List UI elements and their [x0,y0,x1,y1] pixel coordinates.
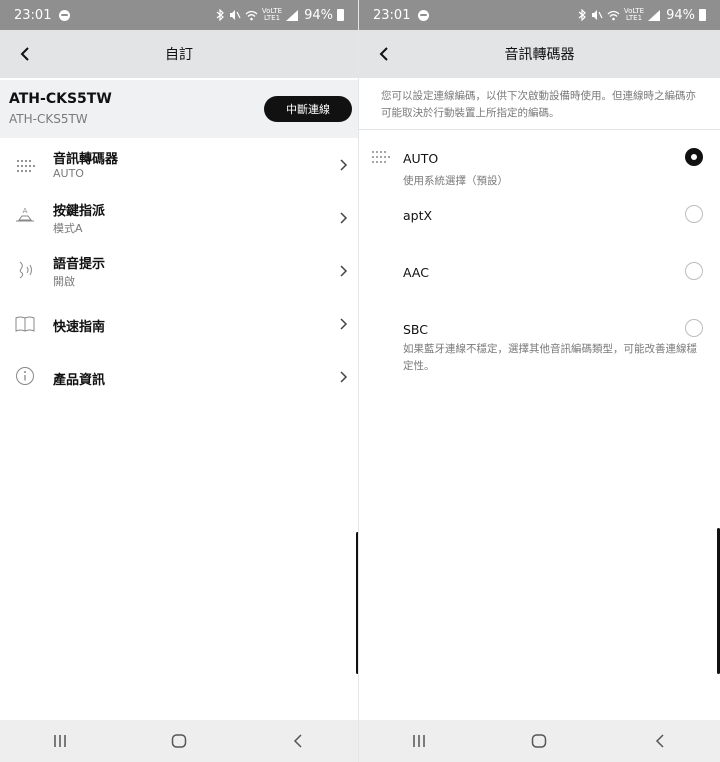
svg-text:A: A [23,207,28,215]
battery-icon [337,9,344,21]
radio-button-selected[interactable] [685,148,703,166]
signal-icon [648,9,661,21]
menu-item-title: 快速指南 [53,320,106,335]
back-arrow-icon[interactable] [373,42,397,66]
nav-back-button[interactable] [283,726,313,756]
menu-item-codec[interactable]: 音訊轉碼器 AUTO [0,139,358,192]
customize-screen: 23:01 VoLTE LTE1 94% 自訂 ATH-CKS5TW ATH-C… [0,0,358,762]
menu-item-product-info[interactable]: 產品資訊 [0,351,358,404]
menu-item-button-assign[interactable]: A 按鍵指派 模式A [0,192,358,245]
spotify-icon [418,9,430,21]
system-nav-bar [0,720,358,762]
mute-icon [229,10,241,20]
status-bar: 23:01 VoLTE LTE1 94% [359,0,720,30]
battery-percent: 94% [304,7,333,23]
codec-option-aac[interactable]: AAC [359,256,720,312]
codec-option-label: AUTO [403,151,439,166]
signal-icon [286,9,299,21]
home-button[interactable] [164,726,194,756]
menu-item-subtitle: 模式A [53,222,83,235]
home-icon [532,734,547,748]
menu-item-quick-guide[interactable]: 快速指南 [0,298,358,351]
back-arrow-icon[interactable] [14,42,38,66]
network-text: LTE1 [263,14,281,22]
wifi-icon [607,10,620,20]
app-bar: 自訂 [0,30,358,78]
book-icon [15,316,35,332]
codec-option-auto[interactable]: AUTO 使用系統選擇（預設） [359,142,720,198]
codec-option-subtitle: 使用系統選擇（預設） [403,175,508,187]
menu-item-voice-guidance[interactable]: 語音提示 開啟 [0,245,358,298]
network-text: LTE1 [625,14,643,22]
codec-option-label: AAC [403,265,429,280]
recent-apps-button[interactable] [45,726,75,756]
connected-device: ATH-CKS5TW ATH-CKS5TW 中斷連線 [0,80,358,138]
codec-option-label: SBC [403,322,429,337]
chevron-right-icon [340,265,348,277]
chevron-right-icon [340,212,348,224]
device-model: ATH-CKS5TW [9,112,88,126]
menu-item-title: 音訊轉碼器 [53,152,119,167]
page-title: 音訊轉碼器 [504,47,575,63]
status-time: 23:01 [373,7,411,23]
menu-item-subtitle: 開啟 [53,275,75,288]
chevron-right-icon [340,159,348,171]
battery-icon [699,9,706,21]
radio-button[interactable] [685,319,703,337]
home-button[interactable] [524,726,554,756]
codec-option-label: aptX [403,208,433,223]
codec-screen: 23:01 VoLTE LTE1 94% 音訊轉碼器 您可以設定連線編碼，以供下… [359,0,720,762]
codec-icon [16,159,36,173]
codec-stability-note: 如果藍牙連線不穩定，選擇其他音訊編碼類型，可能改善連線穩定性。 [403,343,697,372]
disconnect-button[interactable]: 中斷連線 [264,96,352,122]
recents-icon [413,735,425,747]
wifi-icon [245,10,258,20]
volte-label: VoLTE LTE1 [262,8,282,22]
device-name: ATH-CKS5TW [9,91,112,107]
spotify-icon [59,9,71,21]
back-icon [294,734,302,748]
status-bar: 23:01 VoLTE LTE1 94% [0,0,358,30]
page-title: 自訂 [165,47,193,63]
bluetooth-icon [216,9,224,21]
button-assign-icon: A [16,207,34,222]
back-icon [655,734,664,748]
bluetooth-icon [578,9,586,21]
status-icons: VoLTE LTE1 94% [216,8,344,23]
mute-icon [591,10,603,20]
chevron-right-icon [340,318,348,330]
info-icon [16,367,34,385]
menu-item-title: 語音提示 [53,257,106,272]
status-icons: VoLTE LTE1 94% [578,8,706,23]
voice-guidance-icon [19,261,32,279]
nav-back-button[interactable] [645,726,675,756]
app-bar: 音訊轉碼器 [359,30,720,78]
codec-info-text: 您可以設定連線編碼，以供下次啟動設備時使用。但連線時之編碼亦可能取決於行動裝置上… [359,80,720,130]
menu-item-title: 產品資訊 [53,373,106,388]
radio-button[interactable] [685,205,703,223]
recent-apps-button[interactable] [404,726,434,756]
menu-item-title: 按鍵指派 [53,204,106,219]
menu-item-subtitle: AUTO [53,167,84,180]
system-nav-bar [359,720,720,762]
status-time: 23:01 [14,7,52,23]
battery-percent: 94% [666,7,695,23]
recents-icon [53,735,66,747]
volte-label: VoLTE LTE1 [624,8,644,22]
chevron-right-icon [340,371,348,383]
codec-option-aptx[interactable]: aptX [359,199,720,255]
home-icon [171,734,187,748]
radio-button[interactable] [685,262,703,280]
